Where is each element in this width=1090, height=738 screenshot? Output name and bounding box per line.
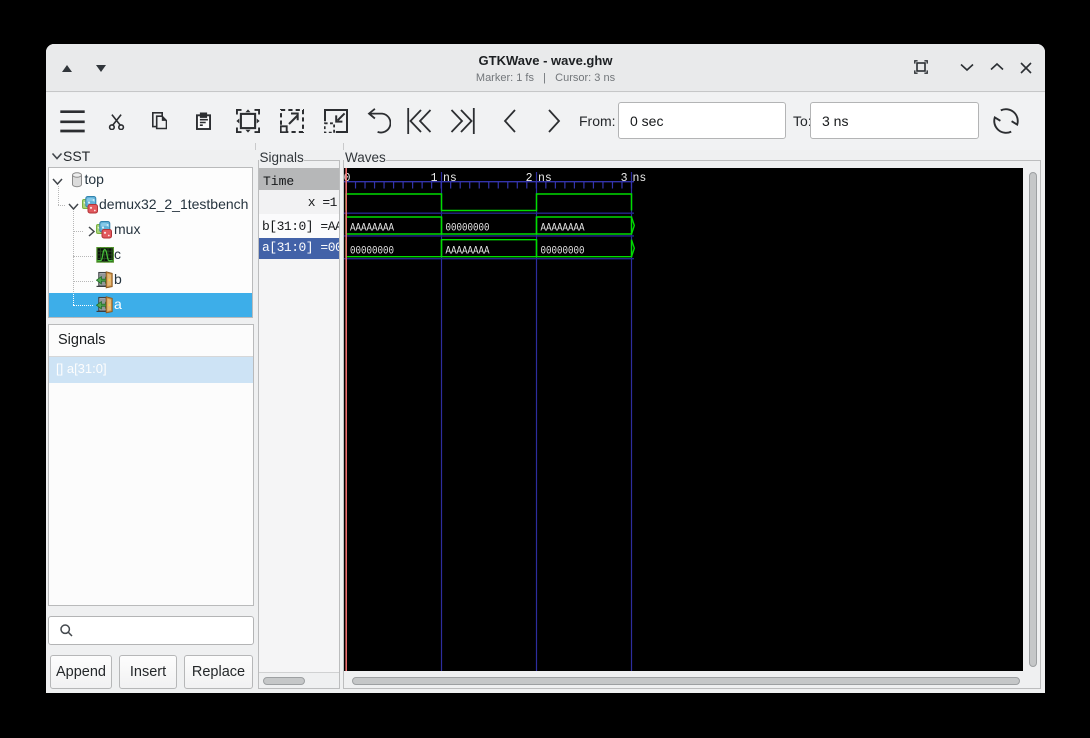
svg-text:2: 2 [526, 172, 533, 185]
svg-text:00000000: 00000000 [446, 223, 490, 235]
svg-text:00000000: 00000000 [541, 245, 585, 257]
svg-text:3: 3 [621, 172, 628, 185]
svg-text:ns: ns [538, 172, 552, 185]
svg-text:0: 0 [344, 172, 351, 185]
svg-text:AAAAAAAA: AAAAAAAA [350, 223, 394, 235]
svg-text:ns: ns [443, 172, 457, 185]
svg-text:1: 1 [431, 172, 438, 185]
svg-text:ns: ns [633, 172, 647, 185]
svg-text:00000000: 00000000 [350, 245, 394, 257]
svg-text:AAAAAAAA: AAAAAAAA [446, 245, 490, 257]
svg-text:AAAAAAAA: AAAAAAAA [541, 223, 585, 235]
